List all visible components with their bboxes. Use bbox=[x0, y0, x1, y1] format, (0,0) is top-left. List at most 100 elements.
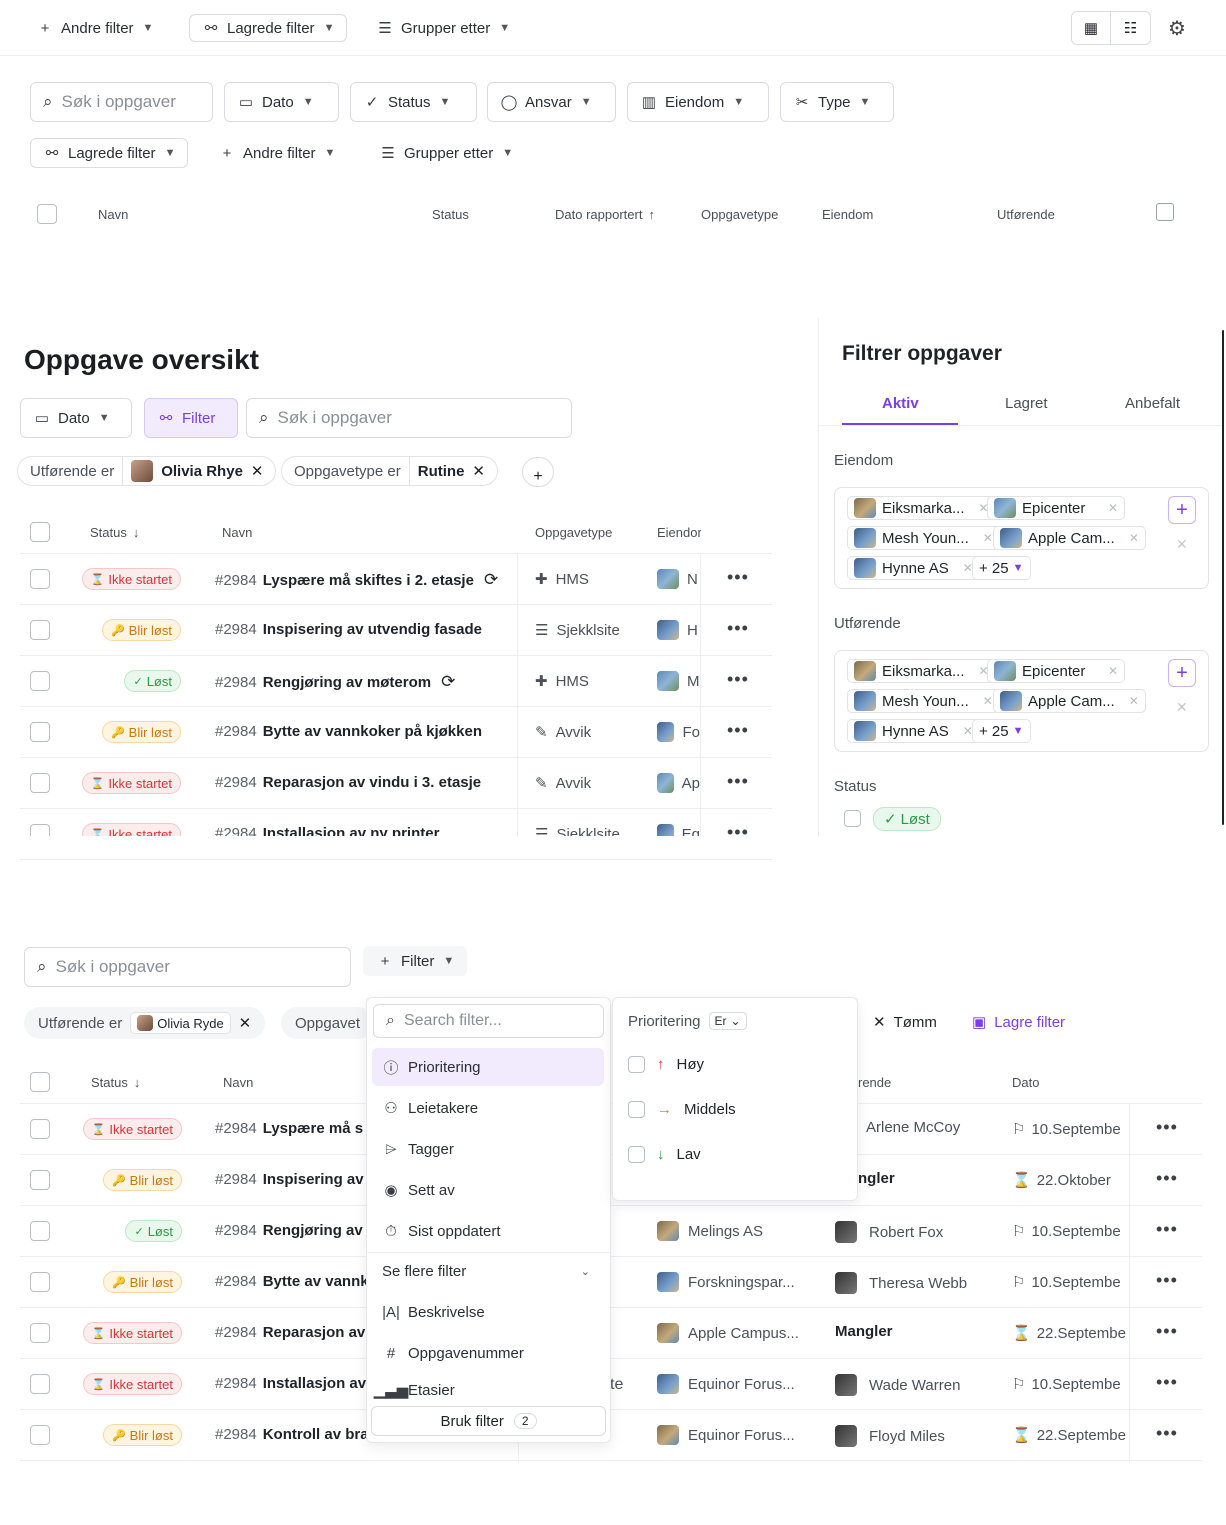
select-all-checkbox[interactable] bbox=[37, 204, 57, 224]
task-name[interactable]: #2984 Reparasjon av vindu i 3. etasje bbox=[215, 774, 481, 791]
operator-select[interactable]: Er ⌄ bbox=[708, 1012, 747, 1030]
tab-aktiv[interactable]: Aktiv bbox=[882, 395, 919, 412]
row-checkbox[interactable] bbox=[30, 1272, 50, 1292]
column-header-oppgavetype-2[interactable]: Oppgavetype bbox=[535, 525, 612, 540]
column-header-eiendom[interactable]: Eiendom bbox=[822, 207, 873, 222]
utforende-chip-box[interactable]: Eiksmarka... ✕ Epicenter ✕ Mesh Youn... ✕ A… bbox=[834, 650, 1209, 752]
more-options-icon[interactable]: ••• bbox=[1156, 1168, 1178, 1189]
settings-gear-icon[interactable]: ⚙ bbox=[1168, 16, 1186, 41]
chip-hynne[interactable]: Hynne AS ✕ bbox=[847, 719, 980, 743]
more-options-icon[interactable]: ••• bbox=[1156, 1270, 1178, 1291]
more-options-icon[interactable]: ••• bbox=[727, 669, 749, 690]
menu-item-beskrivelse[interactable]: |A| Beskrivelse bbox=[372, 1293, 604, 1331]
chip-mesh[interactable]: Mesh Youn... ✕ bbox=[847, 689, 1000, 713]
row-checkbox[interactable] bbox=[30, 722, 50, 742]
chip-mesh[interactable]: Mesh Youn... ✕ bbox=[847, 526, 1000, 550]
status-filter-button[interactable]: ✓ Status ▼ bbox=[350, 82, 477, 122]
row-checkbox[interactable] bbox=[30, 1374, 50, 1394]
lagre-filter-button[interactable]: ▣ Lagre filter bbox=[972, 1013, 1065, 1032]
lagrede-filter-button[interactable]: ⚯ Lagrede filter ▼ bbox=[189, 14, 348, 42]
andre-filter-button[interactable]: + Andre filter ▼ bbox=[30, 8, 159, 48]
chip-eiksmarka[interactable]: Eiksmarka... ✕ bbox=[847, 496, 996, 520]
task-name[interactable]: #2984 Reparasjon av bbox=[215, 1324, 365, 1341]
column-header-dato[interactable]: Dato rapportert ↑ bbox=[555, 207, 655, 222]
chip-epicenter[interactable]: Epicenter ✕ bbox=[987, 496, 1125, 520]
more-options-icon[interactable]: ••• bbox=[1156, 1321, 1178, 1342]
table-view-icon[interactable]: ▦ bbox=[1072, 12, 1112, 44]
column-header-navn[interactable]: Navn bbox=[98, 207, 128, 222]
search-input-2[interactable]: ⌕ Søk i oppgaver bbox=[246, 398, 572, 438]
add-plus-icon[interactable]: + bbox=[1168, 659, 1196, 687]
filter-pill-utforende-3[interactable]: Utførende er Olivia Ryde ✕ bbox=[24, 1007, 266, 1039]
more-options-icon[interactable]: ••• bbox=[727, 771, 749, 792]
column-header-dato-3[interactable]: Dato bbox=[1012, 1075, 1039, 1090]
dato-button[interactable]: ▭ Dato ▼ bbox=[20, 398, 132, 438]
row-checkbox[interactable] bbox=[30, 1323, 50, 1343]
eiendom-chip-box[interactable]: Eiksmarka... ✕ Epicenter ✕ Mesh Youn... ✕ A… bbox=[834, 487, 1209, 589]
chip-apple[interactable]: Apple Cam... ✕ bbox=[993, 689, 1146, 713]
more-options-icon[interactable]: ••• bbox=[727, 567, 749, 588]
column-header-status-3[interactable]: Status ↓ bbox=[91, 1075, 140, 1090]
row-checkbox[interactable] bbox=[30, 1119, 50, 1139]
task-name[interactable]: #2984 Inspisering av bbox=[215, 1171, 364, 1188]
column-header-status-2[interactable]: Status ↓ bbox=[90, 525, 139, 540]
column-header-status[interactable]: Status bbox=[432, 207, 469, 222]
lagrede-filter-button-2[interactable]: ⚯ Lagrede filter ▼ bbox=[30, 138, 189, 168]
task-name[interactable]: #2984 Installasjon av bbox=[215, 1375, 366, 1392]
menu-item-tagger[interactable]: ⌲ Tagger bbox=[372, 1130, 604, 1168]
task-name[interactable]: #2984 Bytte av vannk bbox=[215, 1273, 369, 1290]
search-filter-input[interactable]: ⌕ Search filter... bbox=[373, 1004, 604, 1038]
more-options-icon[interactable]: ••• bbox=[1156, 1372, 1178, 1393]
priority-option-middels[interactable]: → Middels bbox=[628, 1101, 736, 1118]
chip-eiksmarka[interactable]: Eiksmarka... ✕ bbox=[847, 659, 996, 683]
tab-lagret[interactable]: Lagret bbox=[1005, 395, 1048, 412]
clear-icon[interactable]: ✕ bbox=[1176, 536, 1188, 553]
search-input[interactable]: ⌕ Søk i oppgaver bbox=[30, 82, 213, 122]
filter-button[interactable]: ⚯ Filter bbox=[144, 398, 238, 438]
menu-item-etasjer[interactable]: ▁▃▅ Etasier bbox=[372, 1375, 604, 1405]
tab-anbefalt[interactable]: Anbefalt bbox=[1125, 395, 1180, 412]
chip-apple[interactable]: Apple Cam... ✕ bbox=[993, 526, 1146, 550]
andre-filter-button-2[interactable]: + Andre filter ▼ bbox=[212, 133, 341, 173]
task-name[interactable]: #2984 Rengjøring av møterom ⟳ bbox=[215, 672, 455, 692]
filter-pill-oppgavetype[interactable]: Oppgavetype er Rutine ✕ bbox=[281, 456, 498, 486]
grupper-etter-button-2[interactable]: ☰ Grupper etter ▼ bbox=[373, 133, 519, 173]
row-checkbox[interactable] bbox=[30, 671, 50, 691]
more-options-icon[interactable]: ••• bbox=[1156, 1117, 1178, 1138]
status-checkbox[interactable] bbox=[844, 810, 861, 827]
filter-pill-oppgavetype-3[interactable]: Oppgavet bbox=[281, 1007, 375, 1039]
chip-more[interactable]: + 25 ▼ bbox=[972, 719, 1031, 743]
column-header-oppgavetype[interactable]: Oppgavetype bbox=[701, 207, 778, 222]
task-name[interactable]: #2984 Kontroll av bra bbox=[215, 1426, 369, 1443]
more-options-icon[interactable]: ••• bbox=[727, 618, 749, 639]
select-all-checkbox-3[interactable] bbox=[30, 1072, 50, 1092]
menu-item-sist-oppdatert[interactable]: ⏱ Sist oppdatert bbox=[372, 1212, 604, 1250]
row-checkbox[interactable] bbox=[30, 1425, 50, 1445]
priority-option-lav[interactable]: ↓ Lav bbox=[628, 1146, 701, 1163]
grupper-etter-button[interactable]: ☰ Grupper etter ▼ bbox=[370, 8, 516, 48]
tom-button[interactable]: ✕ Tømm bbox=[873, 1013, 937, 1032]
eiendom-filter-button[interactable]: ▥ Eiendom ▼ bbox=[627, 82, 769, 122]
select-all-checkbox-2[interactable] bbox=[30, 522, 50, 542]
task-name[interactable]: #2984 Bytte av vannkoker på kjøkken bbox=[215, 723, 482, 740]
chip-epicenter[interactable]: Epicenter ✕ bbox=[987, 659, 1125, 683]
menu-item-sett-av[interactable]: ◉ Sett av bbox=[372, 1171, 604, 1209]
close-icon[interactable]: ✕ bbox=[472, 462, 485, 480]
row-checkbox[interactable] bbox=[30, 1170, 50, 1190]
search-input-3[interactable]: ⌕ Søk i oppgaver bbox=[24, 947, 351, 987]
close-icon[interactable]: ✕ bbox=[251, 462, 264, 480]
row-checkbox[interactable] bbox=[30, 1221, 50, 1241]
bruk-filter-button[interactable]: Bruk filter 2 bbox=[371, 1406, 606, 1436]
column-header-utforende-3[interactable]: rende bbox=[858, 1075, 891, 1090]
task-name[interactable]: #2984 Rengjøring av bbox=[215, 1222, 363, 1239]
ansvar-filter-button[interactable]: ◯ Ansvar ▼ bbox=[487, 82, 616, 122]
more-options-icon[interactable]: ••• bbox=[727, 720, 749, 741]
dato-filter-button[interactable]: ▭ Dato ▼ bbox=[224, 82, 339, 122]
task-name[interactable]: #2984 Lyspære må s bbox=[215, 1120, 363, 1137]
column-header-utforende[interactable]: Utførende bbox=[997, 207, 1055, 222]
menu-item-leietakere[interactable]: ⚇ Leietakere bbox=[372, 1089, 604, 1127]
filter-pill-utforende[interactable]: Utførende er Olivia Rhye ✕ bbox=[17, 456, 277, 486]
row-checkbox[interactable] bbox=[30, 569, 50, 589]
columns-icon[interactable] bbox=[1156, 203, 1174, 221]
task-name[interactable]: #2984 Lyspære må skiftes i 2. etasje ⟳ bbox=[215, 570, 498, 590]
